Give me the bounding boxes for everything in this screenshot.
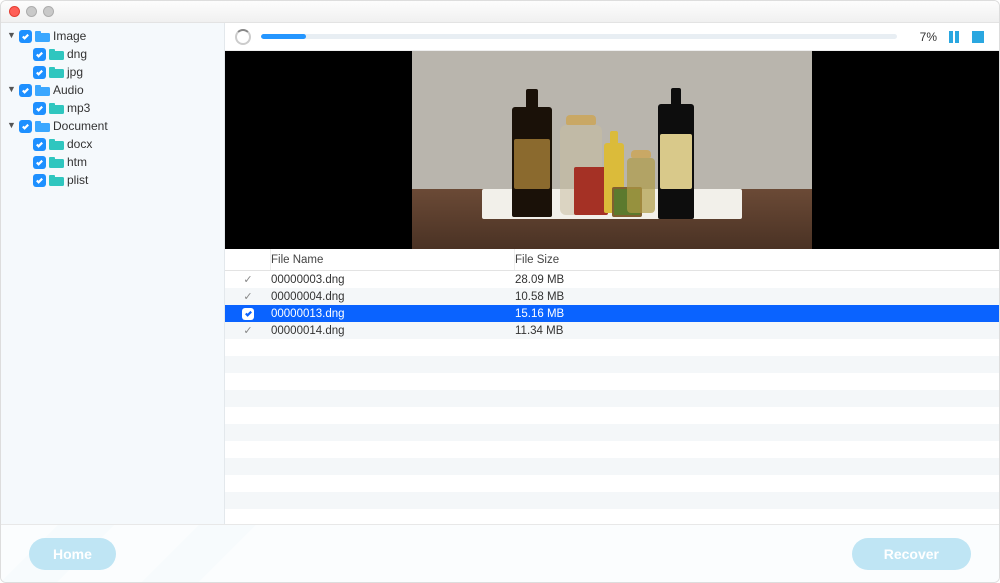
app-window: ▼ Image dng jpg ▼ Audio mp3 ▼ Document docx htm pli… [0, 0, 1000, 583]
disclosure-triangle-icon[interactable]: ▼ [7, 30, 16, 40]
checkbox[interactable] [33, 138, 46, 151]
cell-filename: 00000004.dng [271, 291, 515, 303]
folder-icon [35, 84, 50, 96]
table-row[interactable]: 00000013.dng15.16 MB [225, 305, 999, 322]
tree-group[interactable]: ▼ Image [1, 27, 224, 45]
tree-group[interactable]: ▼ Document [1, 117, 224, 135]
footer-bar: Home Recover [1, 524, 999, 582]
checkbox[interactable] [19, 30, 32, 43]
column-filename[interactable]: File Name [271, 249, 515, 270]
titlebar [1, 1, 999, 23]
row-checkbox[interactable] [242, 308, 254, 320]
tree-item[interactable]: docx [1, 135, 224, 153]
row-checkbox[interactable]: ✓ [243, 273, 252, 286]
checkbox[interactable] [33, 102, 46, 115]
sidebar-tree[interactable]: ▼ Image dng jpg ▼ Audio mp3 ▼ Document docx htm pli… [1, 23, 225, 524]
spinner-icon [235, 29, 251, 45]
tree-group-label: Audio [53, 83, 84, 97]
preview-pane [225, 51, 999, 249]
progress-track [261, 34, 897, 39]
tree-item-label: jpg [67, 65, 83, 79]
checkbox[interactable] [19, 84, 32, 97]
cell-filename: 00000013.dng [271, 308, 515, 320]
column-checkbox[interactable] [225, 249, 271, 270]
pause-button[interactable] [947, 30, 961, 44]
folder-icon [49, 102, 64, 114]
disclosure-triangle-icon[interactable]: ▼ [7, 120, 16, 130]
cell-filesize: 11.34 MB [515, 325, 999, 337]
recover-button[interactable]: Recover [852, 538, 971, 570]
file-list: File Name File Size ✓ 00000003.dng28.09 M… [225, 249, 999, 524]
tree-group-label: Image [53, 29, 86, 43]
tree-item-label: mp3 [67, 101, 90, 115]
scan-progress-bar: 7% [225, 23, 999, 51]
tree-item[interactable]: jpg [1, 63, 224, 81]
row-checkbox[interactable]: ✓ [243, 324, 252, 337]
tree-item-label: plist [67, 173, 88, 187]
row-checkbox[interactable]: ✓ [243, 290, 252, 303]
tree-item-label: htm [67, 155, 87, 169]
folder-icon [49, 66, 64, 78]
tree-group-label: Document [53, 119, 108, 133]
checkbox[interactable] [19, 120, 32, 133]
window-minimize-button[interactable] [26, 6, 37, 17]
folder-icon [49, 174, 64, 186]
cell-filesize: 10.58 MB [515, 291, 999, 303]
table-row[interactable]: ✓ 00000004.dng10.58 MB [225, 288, 999, 305]
disclosure-triangle-icon[interactable]: ▼ [7, 84, 16, 94]
checkbox[interactable] [33, 66, 46, 79]
tree-item[interactable]: mp3 [1, 99, 224, 117]
cell-filename: 00000003.dng [271, 274, 515, 286]
file-list-header: File Name File Size [225, 249, 999, 271]
checkbox[interactable] [33, 48, 46, 61]
tree-item[interactable]: dng [1, 45, 224, 63]
stop-button[interactable] [971, 30, 985, 44]
file-list-rows[interactable]: ✓ 00000003.dng28.09 MB ✓ 00000004.dng10.58 … [225, 271, 999, 524]
folder-icon [49, 138, 64, 150]
tree-item-label: docx [67, 137, 92, 151]
tree-group[interactable]: ▼ Audio [1, 81, 224, 99]
checkbox[interactable] [33, 156, 46, 169]
preview-image [412, 51, 812, 249]
progress-percent-label: 7% [907, 30, 937, 44]
folder-icon [49, 48, 64, 60]
cell-filesize: 15.16 MB [515, 308, 999, 320]
cell-filesize: 28.09 MB [515, 274, 999, 286]
tree-item-label: dng [67, 47, 87, 61]
window-close-button[interactable] [9, 6, 20, 17]
cell-filename: 00000014.dng [271, 325, 515, 337]
main-panel: 7% [225, 23, 999, 524]
tree-item[interactable]: plist [1, 171, 224, 189]
column-filesize[interactable]: File Size [515, 249, 999, 270]
checkbox[interactable] [33, 174, 46, 187]
table-row[interactable]: ✓ 00000014.dng11.34 MB [225, 322, 999, 339]
window-zoom-button[interactable] [43, 6, 54, 17]
home-button[interactable]: Home [29, 538, 116, 570]
table-row[interactable]: ✓ 00000003.dng28.09 MB [225, 271, 999, 288]
tree-item[interactable]: htm [1, 153, 224, 171]
folder-icon [35, 120, 50, 132]
folder-icon [35, 30, 50, 42]
folder-icon [49, 156, 64, 168]
progress-fill [261, 34, 306, 39]
